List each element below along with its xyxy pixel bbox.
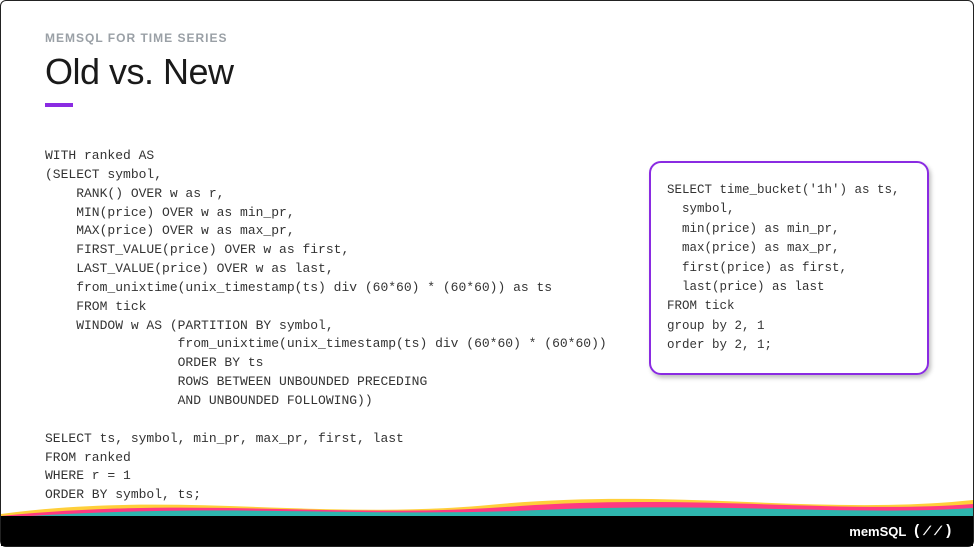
slide: MEMSQL FOR TIME SERIES Old vs. New WITH … xyxy=(0,0,974,547)
footer-bar: memSQL (//) xyxy=(1,516,973,546)
body: WITH ranked AS (SELECT symbol, RANK() OV… xyxy=(45,147,929,486)
wave-decoration xyxy=(1,494,973,518)
page-title: Old vs. New xyxy=(45,51,929,93)
brand-logo: memSQL (//) xyxy=(849,524,953,539)
new-sql-code: SELECT time_bucket('1h') as ts, symbol, … xyxy=(649,161,929,375)
old-sql-code: WITH ranked AS (SELECT symbol, RANK() OV… xyxy=(45,147,621,505)
brand-mark-icon: (//) xyxy=(912,524,953,539)
header: MEMSQL FOR TIME SERIES Old vs. New xyxy=(45,31,929,107)
brand-text: memSQL xyxy=(849,524,906,539)
accent-rule xyxy=(45,103,73,107)
footer: memSQL (//) xyxy=(1,502,973,546)
eyebrow-text: MEMSQL FOR TIME SERIES xyxy=(45,31,929,45)
